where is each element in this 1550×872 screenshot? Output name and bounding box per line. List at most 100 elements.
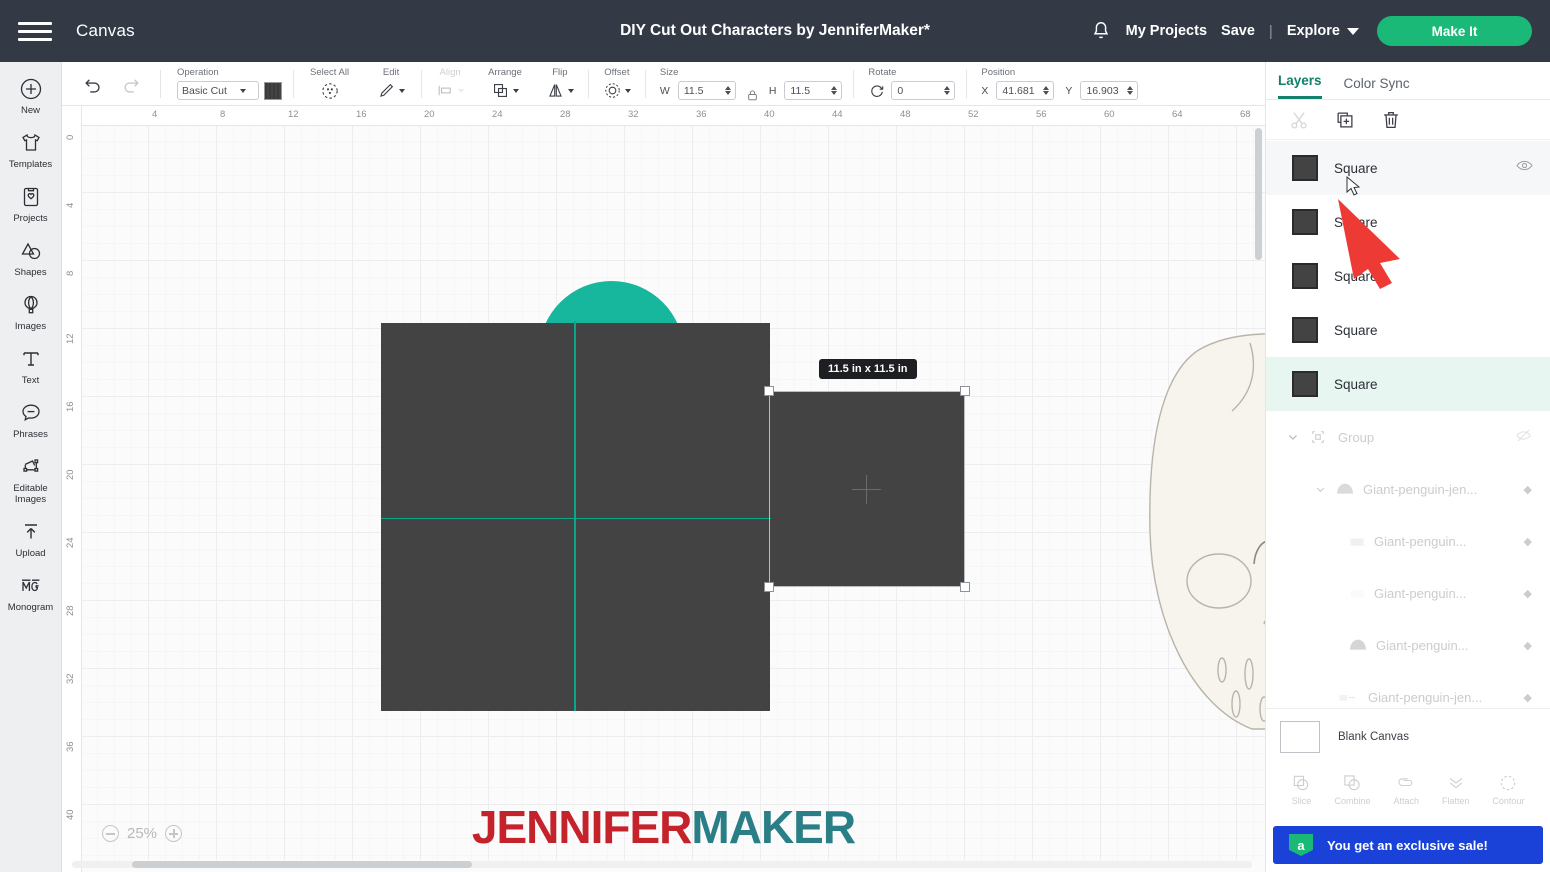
sidebar-item-editable-images[interactable]: Editable Images [0, 448, 62, 513]
redo-icon[interactable] [120, 73, 142, 95]
width-stepper[interactable] [724, 86, 733, 95]
eye-off-icon[interactable] [1515, 427, 1532, 447]
trash-icon[interactable] [1380, 109, 1402, 131]
layer-row-sub-3[interactable]: Giant-penguin... ◆ [1266, 567, 1550, 619]
undo-icon[interactable] [82, 73, 104, 95]
x-position-input[interactable]: 41.681 [996, 81, 1055, 100]
tab-layers[interactable]: Layers [1278, 73, 1322, 99]
hamburger-menu-icon[interactable] [18, 14, 52, 48]
make-it-button[interactable]: Make It [1377, 16, 1532, 46]
ruler-tick: 36 [65, 741, 76, 752]
sidebar-item-templates[interactable]: Templates [0, 124, 62, 178]
align-button[interactable] [436, 81, 465, 100]
offset-label: Offset [604, 66, 630, 78]
layer-visibility-dot-icon[interactable]: ◆ [1524, 535, 1532, 548]
flatten-button[interactable]: Flatten [1442, 773, 1469, 806]
layer-row-sub-2[interactable]: Giant-penguin... ◆ [1266, 515, 1550, 567]
ruler-tick: 12 [288, 109, 299, 120]
sublayer-thumbnail [1350, 538, 1364, 546]
layer-row-square-1[interactable]: Square [1266, 141, 1550, 195]
explore-label: Explore [1286, 23, 1340, 39]
chevron-down-icon [512, 88, 519, 93]
toolbar-divider [160, 69, 161, 98]
contour-button[interactable]: Contour [1492, 773, 1524, 806]
chevron-down-icon[interactable] [1286, 430, 1300, 444]
ruler-tick: 48 [900, 109, 911, 120]
resize-handle-top-right[interactable] [960, 386, 970, 396]
rotate-input[interactable]: 0 [891, 81, 956, 100]
design-canvas[interactable]: 11.5 in x 11.5 in 0481216202428323640444… [62, 106, 1265, 872]
layer-visibility-dot-icon[interactable]: ◆ [1524, 639, 1532, 652]
speech-bubble-icon [18, 400, 44, 426]
blank-canvas-row[interactable]: Blank Canvas [1266, 708, 1550, 764]
layer-row-sub-4[interactable]: Giant-penguin... ◆ [1266, 619, 1550, 671]
sublayer-thumbnail [1339, 694, 1356, 701]
rotate-stepper[interactable] [944, 86, 952, 95]
tab-color-sync[interactable]: Color Sync [1344, 76, 1410, 99]
arrange-button[interactable] [491, 81, 519, 100]
x-stepper[interactable] [1043, 86, 1051, 95]
offset-button[interactable] [603, 81, 631, 100]
operation-color-swatch[interactable] [264, 81, 282, 100]
group-icon [1312, 431, 1324, 443]
move-crosshair-icon[interactable] [852, 475, 881, 504]
resize-handle-top-left[interactable] [764, 386, 774, 396]
lock-icon[interactable] [746, 88, 759, 103]
layer-row-square-2[interactable]: Square [1266, 195, 1550, 249]
layer-visibility-dot-icon[interactable]: ◆ [1524, 483, 1532, 496]
notification-bell-icon[interactable] [1090, 20, 1112, 42]
operation-value: Basic Cut [182, 84, 227, 97]
scrollbar-thumb[interactable] [132, 861, 472, 868]
save-button[interactable]: Save [1221, 23, 1255, 39]
height-axis-label: H [768, 84, 777, 97]
height-stepper[interactable] [831, 86, 839, 95]
select-all-icon[interactable] [320, 81, 340, 101]
canvas-color-swatch[interactable] [1280, 720, 1320, 753]
sidebar-item-new[interactable]: New [0, 70, 62, 124]
attach-button[interactable]: Attach [1393, 773, 1419, 806]
chevron-down-icon[interactable] [1314, 483, 1327, 496]
sidebar-item-projects[interactable]: Projects [0, 178, 62, 232]
sidebar-item-upload[interactable]: Upload [0, 513, 62, 567]
vertical-scrollbar[interactable] [1255, 128, 1262, 868]
slice-button[interactable]: Slice [1291, 773, 1311, 806]
eye-icon[interactable] [1515, 156, 1534, 180]
rotate-icon[interactable] [868, 82, 886, 100]
ruler-tick: 16 [356, 109, 367, 120]
width-input[interactable]: 11.5 [677, 81, 736, 100]
explore-dropdown[interactable]: Explore [1287, 23, 1359, 39]
layer-row-group[interactable]: Group [1266, 411, 1550, 463]
sidebar-item-images[interactable]: Images [0, 286, 62, 340]
sidebar-label: Projects [13, 213, 48, 224]
y-position-input[interactable]: 16.903 [1080, 81, 1139, 100]
layer-row-square-3[interactable]: Square [1266, 249, 1550, 303]
y-stepper[interactable] [1127, 86, 1135, 95]
combine-button[interactable]: Combine [1334, 773, 1370, 806]
layer-name: Square [1334, 322, 1378, 338]
sidebar-item-shapes[interactable]: Shapes [0, 232, 62, 286]
penguin-artwork[interactable] [1102, 321, 1265, 741]
edit-button[interactable] [377, 81, 406, 100]
duplicate-icon[interactable] [1334, 109, 1356, 131]
height-input[interactable]: 11.5 [784, 81, 843, 100]
layers-list[interactable]: Square Square Square Square Square Group… [1266, 141, 1550, 786]
layer-row-square-5[interactable]: Square [1266, 357, 1550, 411]
horizontal-scrollbar[interactable] [72, 861, 1252, 868]
exclusive-sale-banner[interactable]: a You get an exclusive sale! [1273, 826, 1543, 864]
layer-row-square-4[interactable]: Square [1266, 303, 1550, 357]
flip-button[interactable] [546, 81, 574, 100]
operation-select[interactable]: Basic Cut [177, 81, 259, 100]
sidebar-item-monogram[interactable]: Monogram [0, 567, 62, 621]
layer-row-sub-1[interactable]: Giant-penguin-jen... ◆ [1266, 463, 1550, 515]
layer-visibility-dot-icon[interactable]: ◆ [1524, 691, 1532, 704]
resize-handle-bottom-right[interactable] [960, 582, 970, 592]
layer-visibility-dot-icon[interactable]: ◆ [1524, 587, 1532, 600]
my-projects-link[interactable]: My Projects [1126, 23, 1207, 39]
sidebar-item-text[interactable]: Text [0, 340, 62, 394]
resize-handle-bottom-left[interactable] [764, 582, 774, 592]
toolbar-divider [293, 69, 294, 98]
ruler-tick: 20 [65, 469, 76, 480]
scrollbar-thumb[interactable] [1255, 128, 1262, 260]
cut-scissors-icon[interactable] [1288, 109, 1310, 131]
sidebar-item-phrases[interactable]: Phrases [0, 394, 62, 448]
